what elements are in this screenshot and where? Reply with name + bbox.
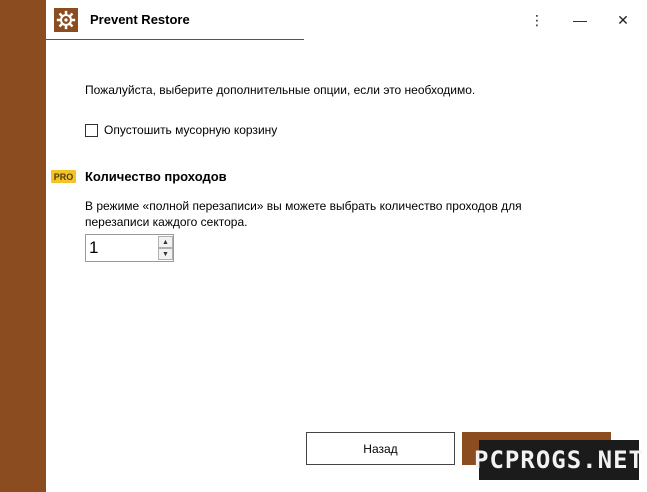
stepper-up-button[interactable]: ▲ — [158, 236, 173, 248]
back-button[interactable]: Назад — [306, 432, 455, 465]
intro-text: Пожалуйста, выберите дополнительные опци… — [85, 83, 476, 97]
chevron-down-icon: ▼ — [162, 250, 169, 258]
passes-description: В режиме «полной перезаписи» вы можете в… — [85, 199, 522, 229]
pro-badge: PRO — [51, 170, 76, 183]
stepper-down-button[interactable]: ▼ — [158, 248, 173, 260]
more-vertical-icon: ⋮ — [530, 11, 544, 28]
window-title: Prevent Restore — [90, 12, 190, 27]
minimize-button[interactable]: — — [560, 6, 600, 34]
passes-value[interactable]: 1 — [89, 238, 98, 258]
watermark-logo: PCPROGS.NET — [474, 440, 643, 480]
chevron-up-icon: ▲ — [162, 238, 169, 246]
close-button[interactable]: ✕ — [603, 6, 643, 34]
passes-stepper[interactable]: 1 ▲ ▼ — [85, 234, 174, 262]
empty-trash-option[interactable]: Опустошить мусорную корзину — [85, 123, 277, 137]
empty-trash-label: Опустошить мусорную корзину — [104, 123, 278, 137]
empty-trash-checkbox[interactable] — [85, 123, 98, 137]
left-accent-strip — [0, 0, 46, 492]
title-underline — [46, 39, 304, 40]
passes-title: Количество проходов — [85, 169, 227, 184]
app-gear-icon — [54, 8, 78, 32]
close-icon: ✕ — [617, 11, 629, 28]
menu-button[interactable]: ⋮ — [517, 6, 557, 34]
minimize-icon: — — [573, 12, 587, 28]
